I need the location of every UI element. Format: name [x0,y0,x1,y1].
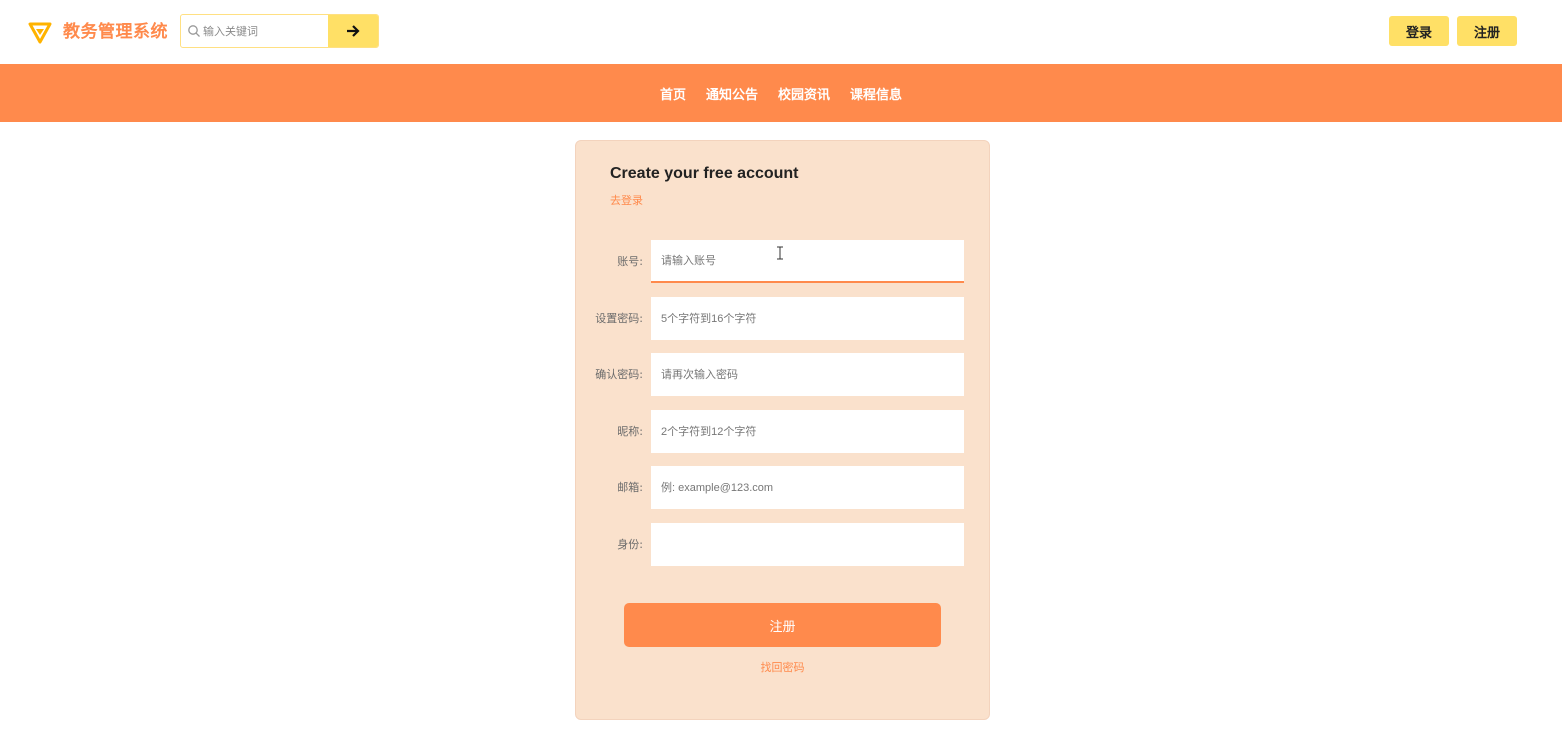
logo-icon [28,22,52,44]
search-icon [188,25,200,37]
nickname-label: 昵称: [617,425,643,438]
email-label: 邮箱: [617,481,643,494]
nav-item-home[interactable]: 首页 [660,84,686,103]
search-box [180,14,379,48]
nav-item-courses[interactable]: 课程信息 [850,84,902,103]
nickname-field[interactable] [651,410,964,453]
search-submit-button[interactable] [328,15,378,47]
login-button[interactable]: 登录 [1389,16,1449,46]
confirm-password-label: 确认密码: [595,368,643,381]
nav-item-notices[interactable]: 通知公告 [706,84,758,103]
confirm-password-field[interactable] [651,353,964,396]
main-nav: 首页 通知公告 校园资讯 课程信息 [0,64,1562,122]
forgot-password-link[interactable]: 找回密码 [576,659,989,675]
top-header: 教务管理系统 登录 注册 [0,0,1562,64]
text-cursor-icon [777,246,783,260]
register-card: Create your free account 去登录 账号: 设置密码: 确… [575,140,990,720]
brand-title: 教务管理系统 [63,22,168,42]
nav-item-campus-news[interactable]: 校园资讯 [778,84,830,103]
password-label: 设置密码: [595,312,643,325]
password-field[interactable] [651,297,964,340]
goto-login-link[interactable]: 去登录 [610,192,643,208]
identity-label: 身份: [617,538,643,551]
register-button[interactable]: 注册 [1457,16,1517,46]
identity-field[interactable] [651,523,964,566]
account-label: 账号: [617,255,643,268]
arrow-right-icon [347,25,360,37]
search-input[interactable] [203,15,329,47]
email-field[interactable] [651,466,964,509]
form-title: Create your free account [610,165,799,182]
account-field[interactable] [651,240,964,283]
register-submit-button[interactable]: 注册 [624,603,941,647]
